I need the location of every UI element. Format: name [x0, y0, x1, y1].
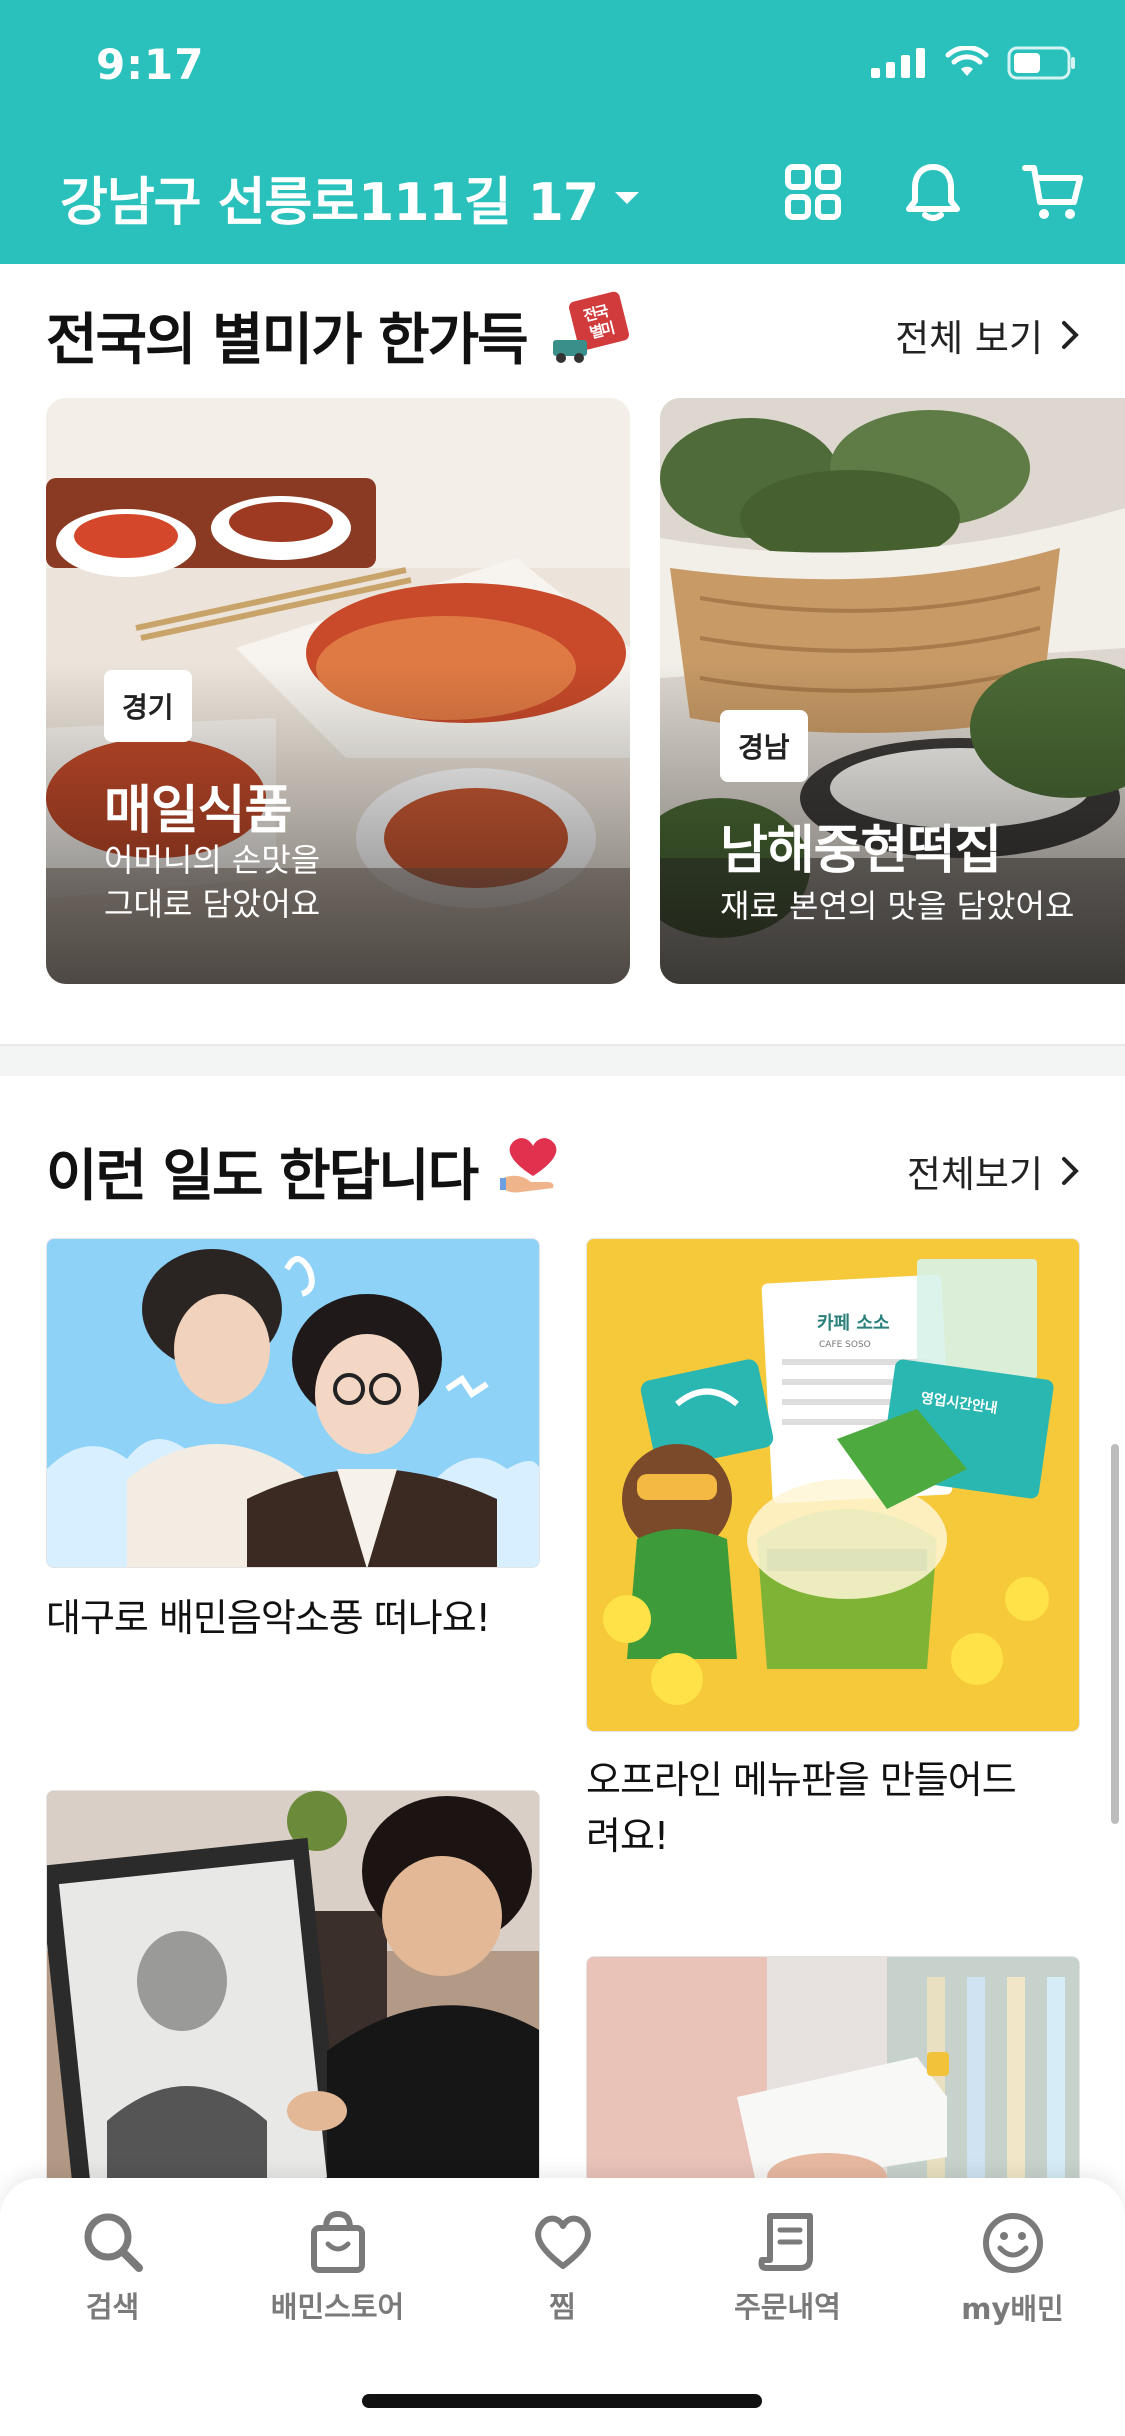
chevron-right-icon — [1062, 321, 1079, 349]
story-caption[interactable]: 오프라인 메뉴판을 만들어드 려요! — [586, 1752, 1017, 1864]
tab-search[interactable]: 검색 — [0, 2210, 225, 2326]
local-see-all-link[interactable]: 전체 보기 — [895, 308, 1079, 362]
region-tag: 경남 — [720, 710, 808, 782]
heart-icon — [534, 2215, 591, 2269]
section-divider — [0, 1044, 1125, 1076]
local-store-card[interactable]: 경남 남해중현떡집 재료 본연의 맛을 담았어요 — [660, 398, 1125, 984]
region-tag: 경기 — [104, 670, 192, 742]
section-title: 이런 일도 한답니다 — [46, 1130, 569, 1212]
story-card-image[interactable]: 카페 소소 CAFE SOSO 영업시간안내 — [586, 1238, 1080, 1732]
notification-button[interactable] — [901, 160, 965, 224]
tab-label: 찜 — [549, 2290, 576, 2324]
store-desc: 재료 본연의 맛을 담았어요 — [720, 887, 1075, 925]
menu-board-subtitle: CAFE SOSO — [819, 1340, 871, 1350]
chevron-right-icon — [1062, 1157, 1079, 1185]
address-text: 강남구 선릉로111길 17 — [60, 173, 599, 233]
tab-baemin-store[interactable]: 배민스토어 — [225, 2210, 450, 2326]
local-delicacy-badge-icon: 전국 별미 — [547, 290, 631, 380]
grid-icon — [785, 164, 841, 220]
tab-orders[interactable]: 주문내역 — [675, 2210, 900, 2326]
status-bar: 9:17 — [0, 0, 1125, 130]
stories-see-all-link[interactable]: 전체보기 — [907, 1144, 1079, 1198]
wifi-icon — [945, 46, 989, 76]
story-card-image[interactable] — [46, 1790, 540, 2210]
battery-icon — [1007, 46, 1075, 80]
story-card-image[interactable] — [586, 1956, 1080, 2216]
menu-board-title: 카페 소소 — [817, 1313, 890, 1334]
receipt-icon — [758, 2213, 813, 2271]
music-picnic-photo — [47, 1239, 539, 1567]
story-caption[interactable]: 대구로 배민음악소풍 떠나요! — [46, 1590, 491, 1646]
smile-face-icon — [982, 2213, 1043, 2273]
section-title: 전국의 별미가 한가득 전국 별미 — [46, 290, 631, 380]
local-store-card[interactable]: 경기 매일식품 어머니의 손맛을 그대로 담았어요 — [46, 398, 630, 984]
tab-favorites[interactable]: 찜 — [450, 2210, 675, 2326]
tab-label: 검색 — [85, 2290, 140, 2324]
caret-down-icon — [615, 191, 639, 204]
story-card-image[interactable] — [46, 1238, 540, 1568]
status-icons — [871, 46, 1077, 80]
tab-label: 주문내역 — [734, 2290, 841, 2324]
cart-button[interactable] — [1021, 160, 1085, 224]
portrait-frame-photo — [47, 1791, 539, 2209]
menu-board-photo: 카페 소소 CAFE SOSO 영업시간안내 — [587, 1239, 1079, 1731]
home-indicator — [362, 2394, 762, 2408]
store-name: 남해중현떡집 — [720, 821, 1002, 881]
address-selector[interactable]: 강남구 선릉로111길 17 — [60, 160, 642, 235]
store-desc: 어머니의 손맛을 그대로 담았어요 — [104, 841, 321, 923]
tab-label: 배민스토어 — [270, 2290, 405, 2324]
cart-icon — [1022, 165, 1083, 219]
signal-icon — [871, 48, 925, 78]
app-header: 9:17 강남구 선릉로111길 17 — [0, 0, 1125, 264]
stories-section-header: 이런 일도 한답니다 전체보기 — [46, 1130, 1079, 1212]
tab-my-baemin[interactable]: my배민 — [900, 2210, 1125, 2328]
store-name: 매일식품 — [104, 781, 292, 841]
shopping-bag-icon — [310, 2210, 365, 2273]
local-section-header: 전국의 별미가 한가득 전국 별미 전체 보기 — [46, 290, 1079, 380]
tab-label: my배민 — [961, 2292, 1064, 2326]
bell-icon — [906, 164, 960, 221]
heart-hand-icon — [497, 1130, 569, 1212]
header-actions — [781, 160, 1085, 224]
search-icon — [84, 2213, 143, 2272]
status-time: 9:17 — [96, 40, 205, 89]
category-grid-button[interactable] — [781, 160, 845, 224]
scrollbar[interactable] — [1111, 1444, 1119, 1824]
